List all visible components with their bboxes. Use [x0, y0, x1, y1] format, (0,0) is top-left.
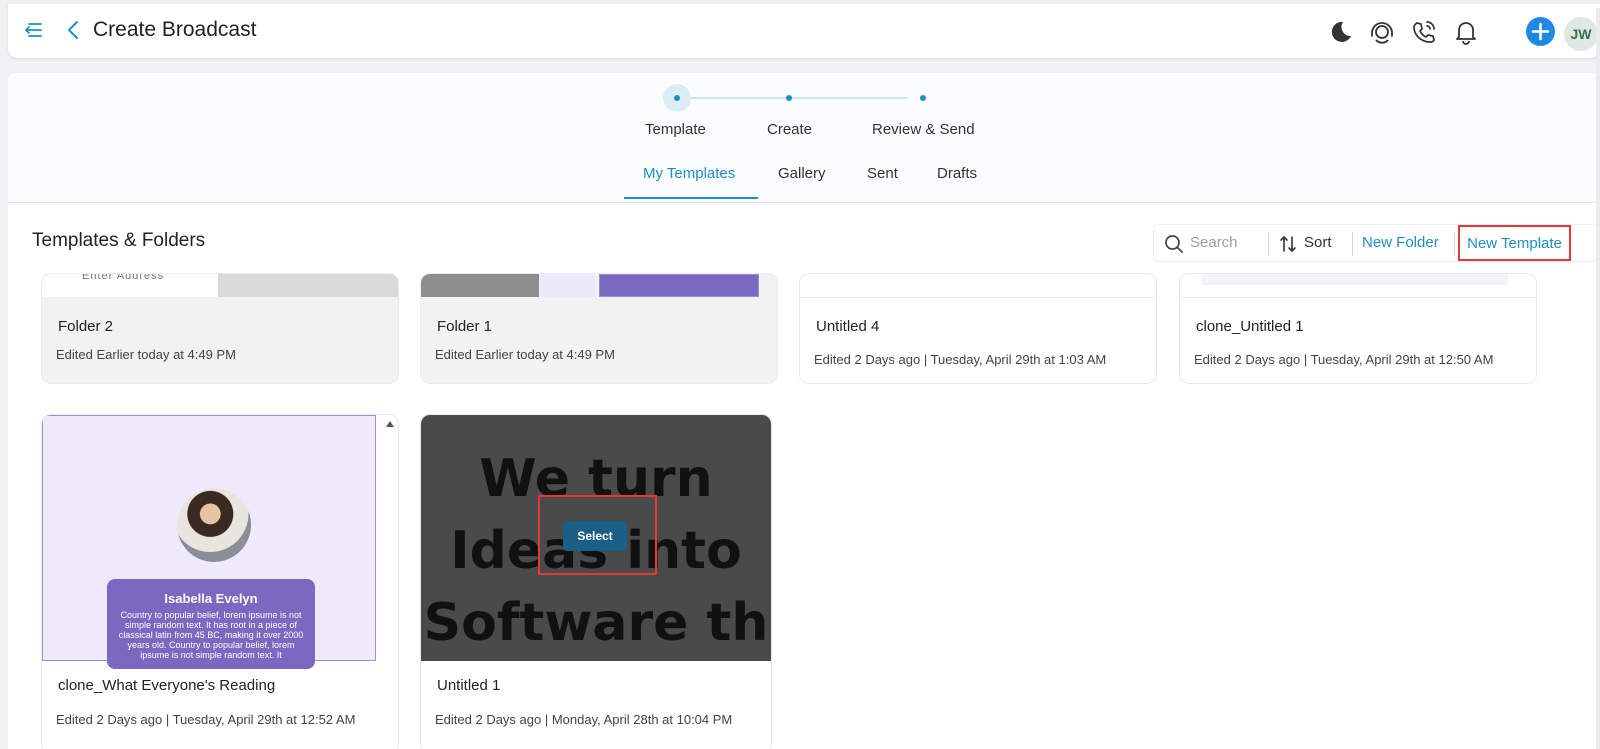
stepper-track	[676, 97, 908, 99]
new-template-button[interactable]: New Template	[1458, 225, 1571, 261]
card-meta: Edited Earlier today at 4:49 PM	[435, 347, 615, 362]
top-header: Create Broadcast JW	[8, 4, 1600, 58]
tab-drafts[interactable]: Drafts	[937, 165, 977, 182]
folder-thumbnail	[539, 274, 595, 297]
support-agent-icon[interactable]	[1368, 18, 1396, 46]
template-card-clone-what-everyones-reading[interactable]: Isabella Evelyn Country to popular belie…	[41, 414, 399, 749]
folder-thumbnail: Enter Address	[42, 274, 218, 297]
card-meta: Edited 2 Days ago | Tuesday, April 29th …	[56, 712, 356, 727]
divider	[1454, 232, 1455, 256]
search-input[interactable]: Search	[1190, 234, 1238, 251]
card-meta: Edited 2 Days ago | Tuesday, April 29th …	[814, 352, 1107, 367]
card-thumbnail	[1202, 274, 1508, 285]
sort-button[interactable]: Sort	[1304, 234, 1332, 251]
step-dot-template	[674, 95, 680, 101]
divider	[1268, 232, 1269, 256]
card-title: clone_What Everyone's Reading	[58, 677, 276, 694]
scroll-up-arrow[interactable]	[386, 421, 394, 427]
wizard-header: Template Create Review & Send My Templat…	[8, 73, 1600, 203]
template-card-clone-untitled-1[interactable]: clone_Untitled 1 Edited 2 Days ago | Tue…	[1179, 273, 1537, 384]
thumbnail-text: Enter Address	[82, 273, 165, 282]
tab-gallery[interactable]: Gallery	[778, 165, 826, 182]
step-dot-create	[786, 95, 792, 101]
template-card-untitled-1[interactable]: We turn Ideas into Software th Select Un…	[420, 414, 772, 749]
profile-text: Country to popular belief, lorem ipsume …	[118, 610, 304, 660]
template-card-untitled-4[interactable]: Untitled 4 Edited 2 Days ago | Tuesday, …	[799, 273, 1157, 384]
divider	[1352, 232, 1353, 256]
folder-card-folder-2[interactable]: Enter Address Folder 2 Edited Earlier to…	[41, 273, 399, 384]
card-meta: Edited 2 Days ago | Tuesday, April 29th …	[1194, 352, 1494, 367]
tab-my-templates[interactable]: My Templates	[643, 165, 735, 182]
card-meta: Edited Earlier today at 4:49 PM	[56, 347, 236, 362]
profile-photo	[177, 488, 251, 562]
card-title: Folder 1	[437, 318, 493, 335]
step-review-send[interactable]: Review & Send	[872, 121, 975, 138]
divider	[1180, 297, 1536, 298]
folder-card-folder-1[interactable]: Folder 1 Edited Earlier today at 4:49 PM	[420, 273, 778, 384]
chevron-left-icon[interactable]	[64, 19, 82, 41]
profile-card: Isabella Evelyn Country to popular belie…	[107, 579, 315, 669]
user-avatar[interactable]: JW	[1564, 17, 1598, 51]
new-folder-button[interactable]: New Folder	[1362, 234, 1439, 251]
folder-thumbnail	[421, 274, 539, 297]
phone-call-icon[interactable]	[1410, 18, 1438, 46]
active-tab-underline	[624, 197, 758, 199]
moon-icon[interactable]	[1326, 18, 1354, 46]
scrollbar-track[interactable]	[1596, 8, 1600, 749]
card-title: Untitled 1	[437, 677, 501, 694]
templates-toolbar: Search Sort New Folder New Template	[1153, 224, 1598, 262]
folder-thumbnail	[218, 274, 398, 297]
bell-icon[interactable]	[1452, 18, 1480, 46]
step-dot-review	[920, 95, 926, 101]
section-title: Templates & Folders	[32, 230, 206, 251]
card-title: Folder 2	[58, 318, 114, 335]
sort-icon[interactable]	[1278, 234, 1298, 254]
card-title: Untitled 4	[816, 318, 880, 335]
search-icon	[1165, 235, 1183, 253]
card-title: clone_Untitled 1	[1196, 318, 1304, 335]
main-panel: Template Create Review & Send My Templat…	[8, 73, 1600, 749]
step-template[interactable]: Template	[645, 121, 706, 138]
add-button[interactable]	[1526, 17, 1555, 46]
page-title: Create Broadcast	[93, 18, 257, 41]
card-meta: Edited 2 Days ago | Monday, April 28th a…	[435, 712, 733, 727]
folder-thumbnail	[599, 274, 759, 297]
select-button[interactable]: Select	[563, 521, 627, 551]
divider	[800, 297, 1156, 298]
step-create[interactable]: Create	[767, 121, 812, 138]
template-thumbnail: Isabella Evelyn Country to popular belie…	[42, 415, 376, 669]
profile-name: Isabella Evelyn	[164, 591, 258, 606]
menu-icon[interactable]	[24, 20, 44, 40]
plus-icon	[1531, 22, 1550, 41]
tab-sent[interactable]: Sent	[867, 165, 898, 182]
